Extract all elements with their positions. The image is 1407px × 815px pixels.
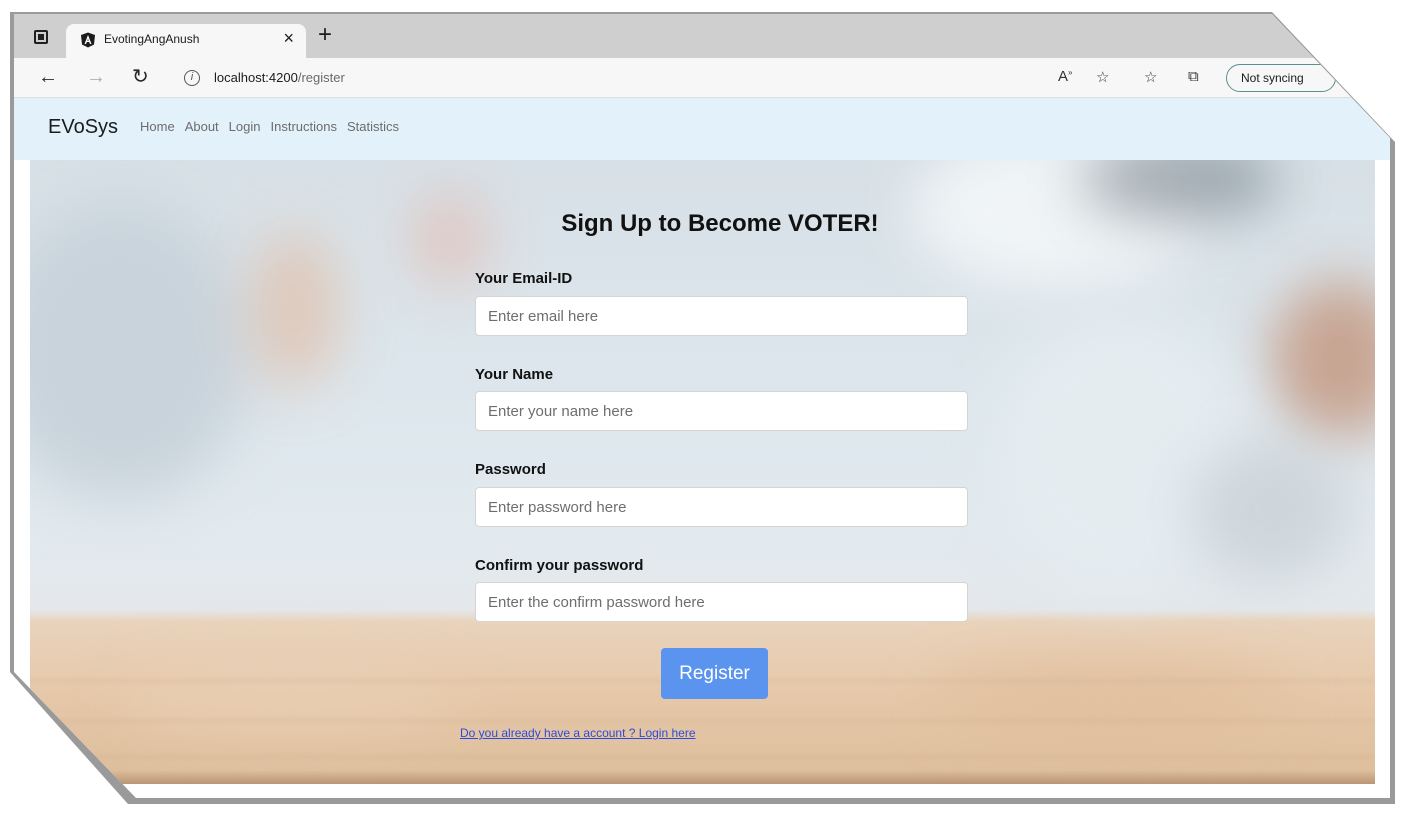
brand-logo[interactable]: EVoSys [48,116,118,139]
angular-favicon-icon [81,32,95,48]
add-favorite-icon[interactable]: ☆ [1096,68,1109,86]
favorites-icon[interactable]: ☆ [1144,68,1157,86]
nav-home[interactable]: Home [140,119,175,134]
bg-blur [1190,440,1350,580]
browser-window: EvotingAngAnush × + ← → ↻ i localhost:42… [14,14,1390,798]
url-field[interactable]: i localhost:4200/register [174,63,1034,93]
read-aloud-icon[interactable]: A» [1058,68,1072,85]
confirm-password-input[interactable] [475,582,968,622]
nav-statistics[interactable]: Statistics [347,119,399,134]
tab-title: EvotingAngAnush [104,32,200,46]
login-link[interactable]: Do you already have a account ? Login he… [460,726,696,740]
address-bar: ← → ↻ i localhost:4200/register A» ☆ ☆ ⧉… [14,58,1390,98]
email-label: Your Email-ID [475,270,573,287]
register-button[interactable]: Register [661,648,768,699]
site-info-icon[interactable]: i [184,70,200,86]
forward-arrow-icon[interactable]: → [86,66,106,88]
password-input[interactable] [475,487,968,527]
nav-instructions[interactable]: Instructions [270,119,336,134]
password-label: Password [475,461,546,478]
bg-blur [30,200,250,500]
bg-blur [930,660,1290,740]
bg-blur [250,230,340,390]
tab-actions-icon[interactable] [34,30,48,44]
tab-strip: EvotingAngAnush × + [14,14,1390,58]
url-text: localhost:4200/register [214,70,345,85]
back-arrow-icon[interactable]: ← [38,66,58,88]
bg-blur [1270,280,1375,440]
collections-icon[interactable]: ⧉ [1188,68,1199,85]
url-path: /register [297,70,345,85]
browser-tab[interactable]: EvotingAngAnush × [66,24,306,58]
name-input[interactable] [475,391,968,431]
nav-about[interactable]: About [185,119,219,134]
hero-background: Sign Up to Become VOTER! Your Email-ID Y… [30,160,1375,784]
app-navbar: EVoSys Home About Login Instructions Sta… [14,98,1390,160]
new-tab-icon[interactable]: + [318,23,332,47]
name-label: Your Name [475,366,554,383]
form-title: Sign Up to Become VOTER! [561,210,879,237]
not-syncing-button[interactable]: Not syncing [1226,64,1336,92]
register-form: Sign Up to Become VOTER! Your Email-ID Y… [460,160,980,784]
confirm-password-label: Confirm your password [475,557,644,574]
tab-close-icon[interactable]: × [283,28,294,49]
nav-login[interactable]: Login [229,119,261,134]
email-input[interactable] [475,296,968,336]
refresh-icon[interactable]: ↻ [132,66,149,88]
url-host: localhost:4200 [214,70,298,85]
nav-links: Home About Login Instructions Statistics [140,119,399,134]
